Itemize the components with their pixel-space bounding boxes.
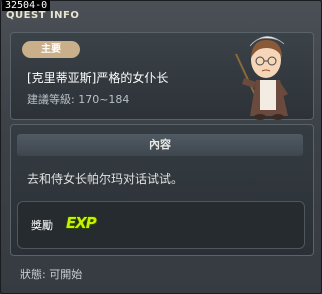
npc-maid-icon (235, 36, 288, 120)
quest-status: 狀態: 可開始 (20, 268, 83, 281)
reward-box (17, 201, 305, 249)
content-section-header: 內容 (17, 134, 303, 156)
quest-name: [克里蒂亚斯]严格的女仆长 (27, 71, 169, 85)
window-title: QUEST INFO (6, 10, 80, 21)
quest-description: 去和侍女长帕尔玛对话试试。 (27, 172, 184, 186)
quest-type-badge: 主要 (22, 41, 80, 58)
reward-label: 獎勵 (31, 219, 53, 232)
quest-recommended-level: 建議等級: 170~184 (27, 93, 130, 106)
exp-icon: EXP (66, 214, 97, 232)
